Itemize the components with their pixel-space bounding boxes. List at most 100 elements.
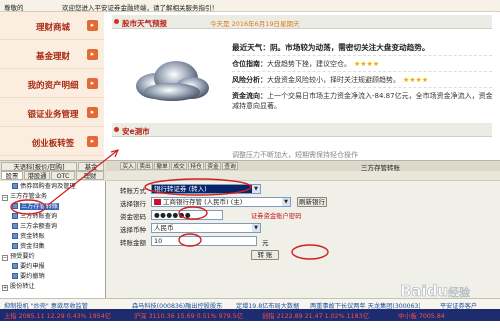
nav-item-gem-transfer[interactable]: 创业板转签 ▸ <box>0 128 104 156</box>
tree-item-label: 三方余额查询 <box>20 223 58 230</box>
tree-group[interactable]: − 预受要约 <box>2 252 35 261</box>
password-hint-link[interactable]: 证券资金账户密码 <box>251 211 301 220</box>
chevron-right-icon[interactable]: ▸ <box>87 78 98 89</box>
nav-item-asset-details[interactable]: 我的资产明细 ▸ <box>0 70 104 98</box>
quote-item[interactable]: 上指 2085.11 12.29 0.43% 1954亿 <box>4 311 111 320</box>
tree-item-label: 三方存管转账 <box>20 203 60 210</box>
second-section-title: 安e测市 <box>122 127 150 136</box>
position-guide-line: 仓位指南：大盘趋势下挫，建议空仓。 ★★★★ <box>232 59 379 69</box>
chevron-right-icon[interactable]: ▸ <box>87 136 98 147</box>
tree-item[interactable]: 债券回购查询及管理 <box>12 182 76 191</box>
currency-value: 人民币 <box>154 224 174 232</box>
tab-holdings[interactable]: 持仓 <box>188 162 204 170</box>
nav-item-bank-securities[interactable]: 银证业务管理 ▸ <box>0 99 104 127</box>
password-label: 资金密码 <box>120 213 146 221</box>
tree-group[interactable]: + 股份转让 <box>2 282 35 291</box>
bank-select[interactable]: 工商银行存管 (人民币) (主) ▼ <box>151 197 291 207</box>
document-icon <box>12 273 18 279</box>
tab-wealth[interactable]: 理财 <box>76 171 104 180</box>
bullet-icon <box>114 19 119 24</box>
refresh-bank-button[interactable]: 刷新银行 <box>297 197 327 207</box>
chevron-down-icon[interactable]: ▼ <box>282 198 290 206</box>
direction-label: 转账方式 <box>120 187 146 195</box>
tree-item[interactable]: 资金归集 <box>12 242 45 251</box>
nav-item-label: 创业板转签 <box>31 139 75 149</box>
fund-flow-label: 资金流向： <box>232 92 267 100</box>
welcome-message[interactable]: 欢迎您进入平安证券金融终端，请了解相关服务指引！ <box>62 2 218 12</box>
tree-item[interactable]: 要约申报 <box>12 262 45 271</box>
nav-item-wealth-mall[interactable]: 理财商城 ▸ <box>0 12 104 40</box>
position-guide-label: 仓位指南： <box>232 60 267 68</box>
bank-value: 工商银行存管 (人民币) (主) <box>163 198 243 206</box>
password-field[interactable]: ●●●●●● <box>151 210 223 220</box>
tab-stock[interactable]: 股票 <box>1 171 23 180</box>
tree-item-label: 资金归集 <box>20 243 45 250</box>
rating-stars: ★★★★ <box>354 60 380 68</box>
baidu-watermark-logo: Baidu 经验 <box>400 282 471 301</box>
tree-item[interactable]: 资金转账 <box>12 232 45 241</box>
quote-item[interactable]: 沪深 3110.36 15.69 0.51% 979.5亿 <box>134 311 243 320</box>
tree-item[interactable]: 三方余额查询 <box>12 222 57 231</box>
weather-headline-label: 最近天气： <box>232 43 270 52</box>
tab-cancel[interactable]: 撤单 <box>154 162 170 170</box>
tree-item[interactable]: 三方转账查询 <box>12 212 57 221</box>
cloud-icon <box>136 61 209 101</box>
direction-select[interactable]: 银行转证券 (转入) ▼ <box>151 184 261 194</box>
tab-hk-connect[interactable]: 港股通 <box>24 171 50 180</box>
tree-group-label: 三方存管业务 <box>10 193 48 200</box>
document-icon <box>12 183 18 189</box>
document-icon <box>12 263 18 269</box>
tree-group[interactable]: − 三方存管业务 <box>2 192 47 201</box>
tab-otc[interactable]: OTC <box>51 171 75 180</box>
bank-label: 选择银行 <box>120 200 146 208</box>
second-section-snippet[interactable]: 调整压力不断加大，短期需保持轻仓操作 <box>232 150 358 160</box>
top-welcome-bar: 尊敬的 欢迎您进入平安证券金融终端，请了解相关服务指引！ <box>0 0 500 12</box>
document-icon <box>12 203 18 209</box>
tab-funds[interactable]: 资金 <box>205 162 221 170</box>
quote-item[interactable]: 创指 2122.89 21.47 1.02% 1183亿 <box>262 311 369 320</box>
function-tree: 债券回购查询及管理 − 三方存管业务 三方存管转账 三方转账查询 三方余额查询 资… <box>0 181 106 299</box>
document-icon <box>12 213 18 219</box>
collapse-icon[interactable]: − <box>2 255 8 261</box>
tab-tianyu[interactable]: 天语科[报价/回购] <box>1 162 77 171</box>
chevron-right-icon[interactable]: ▸ <box>87 20 98 31</box>
weather-section-header: 股市天气预报 今天是 2016年6月19日 星期天 <box>112 15 492 29</box>
direction-value: 银行转证券 (转入) <box>154 185 207 193</box>
nav-item-label: 银证业务管理 <box>27 110 79 120</box>
toolbar-strip <box>106 171 500 181</box>
divider <box>232 55 492 56</box>
tree-item-selected[interactable]: 三方存管转账 <box>12 202 60 211</box>
divider <box>232 87 492 88</box>
tree-group-label: 股份转让 <box>10 283 35 290</box>
side-navigation: 理财商城 ▸ 基金理财 ▸ 我的资产明细 ▸ 银证业务管理 ▸ 创业板转签 ▸ <box>0 12 104 160</box>
transfer-submit-button[interactable]: 转 账 <box>251 250 279 260</box>
bank-logo-icon <box>154 199 161 205</box>
tree-item[interactable]: 要约撤销 <box>12 272 45 281</box>
risk-analysis-line: 风险分析：大盘资金风险较小，择时关注规避顾趋势。 ★★★★ <box>232 75 428 85</box>
amount-field[interactable]: 10 <box>151 236 257 246</box>
chevron-down-icon[interactable]: ▼ <box>252 224 260 232</box>
tab-query[interactable]: 查询 <box>222 162 238 170</box>
weather-weekday: 星期天 <box>280 20 300 28</box>
risk-analysis-label: 风险分析： <box>232 76 267 84</box>
fund-flow-line: 资金流向：上一个交易日市场主力资金净流入-84.87亿元，全市场资金净流入，资金… <box>232 91 494 111</box>
chevron-right-icon[interactable]: ▸ <box>87 49 98 60</box>
tab-deals[interactable]: 成交 <box>171 162 187 170</box>
trade-tabs: 买入 卖出 撤单 成交 持仓 资金 查询 三方存管转账 <box>106 161 500 172</box>
currency-label: 选择币种 <box>120 226 146 234</box>
nav-item-label: 基金理财 <box>35 52 70 62</box>
collapse-icon[interactable]: − <box>2 195 8 201</box>
nav-item-fund[interactable]: 基金理财 ▸ <box>0 41 104 69</box>
tree-item-label: 三方转账查询 <box>20 213 58 220</box>
tab-buy[interactable]: 买入 <box>120 162 136 170</box>
document-icon <box>12 243 18 249</box>
chevron-right-icon[interactable]: ▸ <box>87 107 98 118</box>
amount-unit: 元 <box>262 239 269 247</box>
currency-select[interactable]: 人民币 ▼ <box>151 223 261 233</box>
divider <box>232 71 492 72</box>
chevron-down-icon[interactable]: ▼ <box>252 185 260 193</box>
expand-icon[interactable]: + <box>2 285 8 291</box>
quote-item[interactable]: 中小板 7005.84 <box>398 311 445 320</box>
tab-sell[interactable]: 卖出 <box>137 162 153 170</box>
tab-fund[interactable]: 基金 <box>78 162 104 171</box>
